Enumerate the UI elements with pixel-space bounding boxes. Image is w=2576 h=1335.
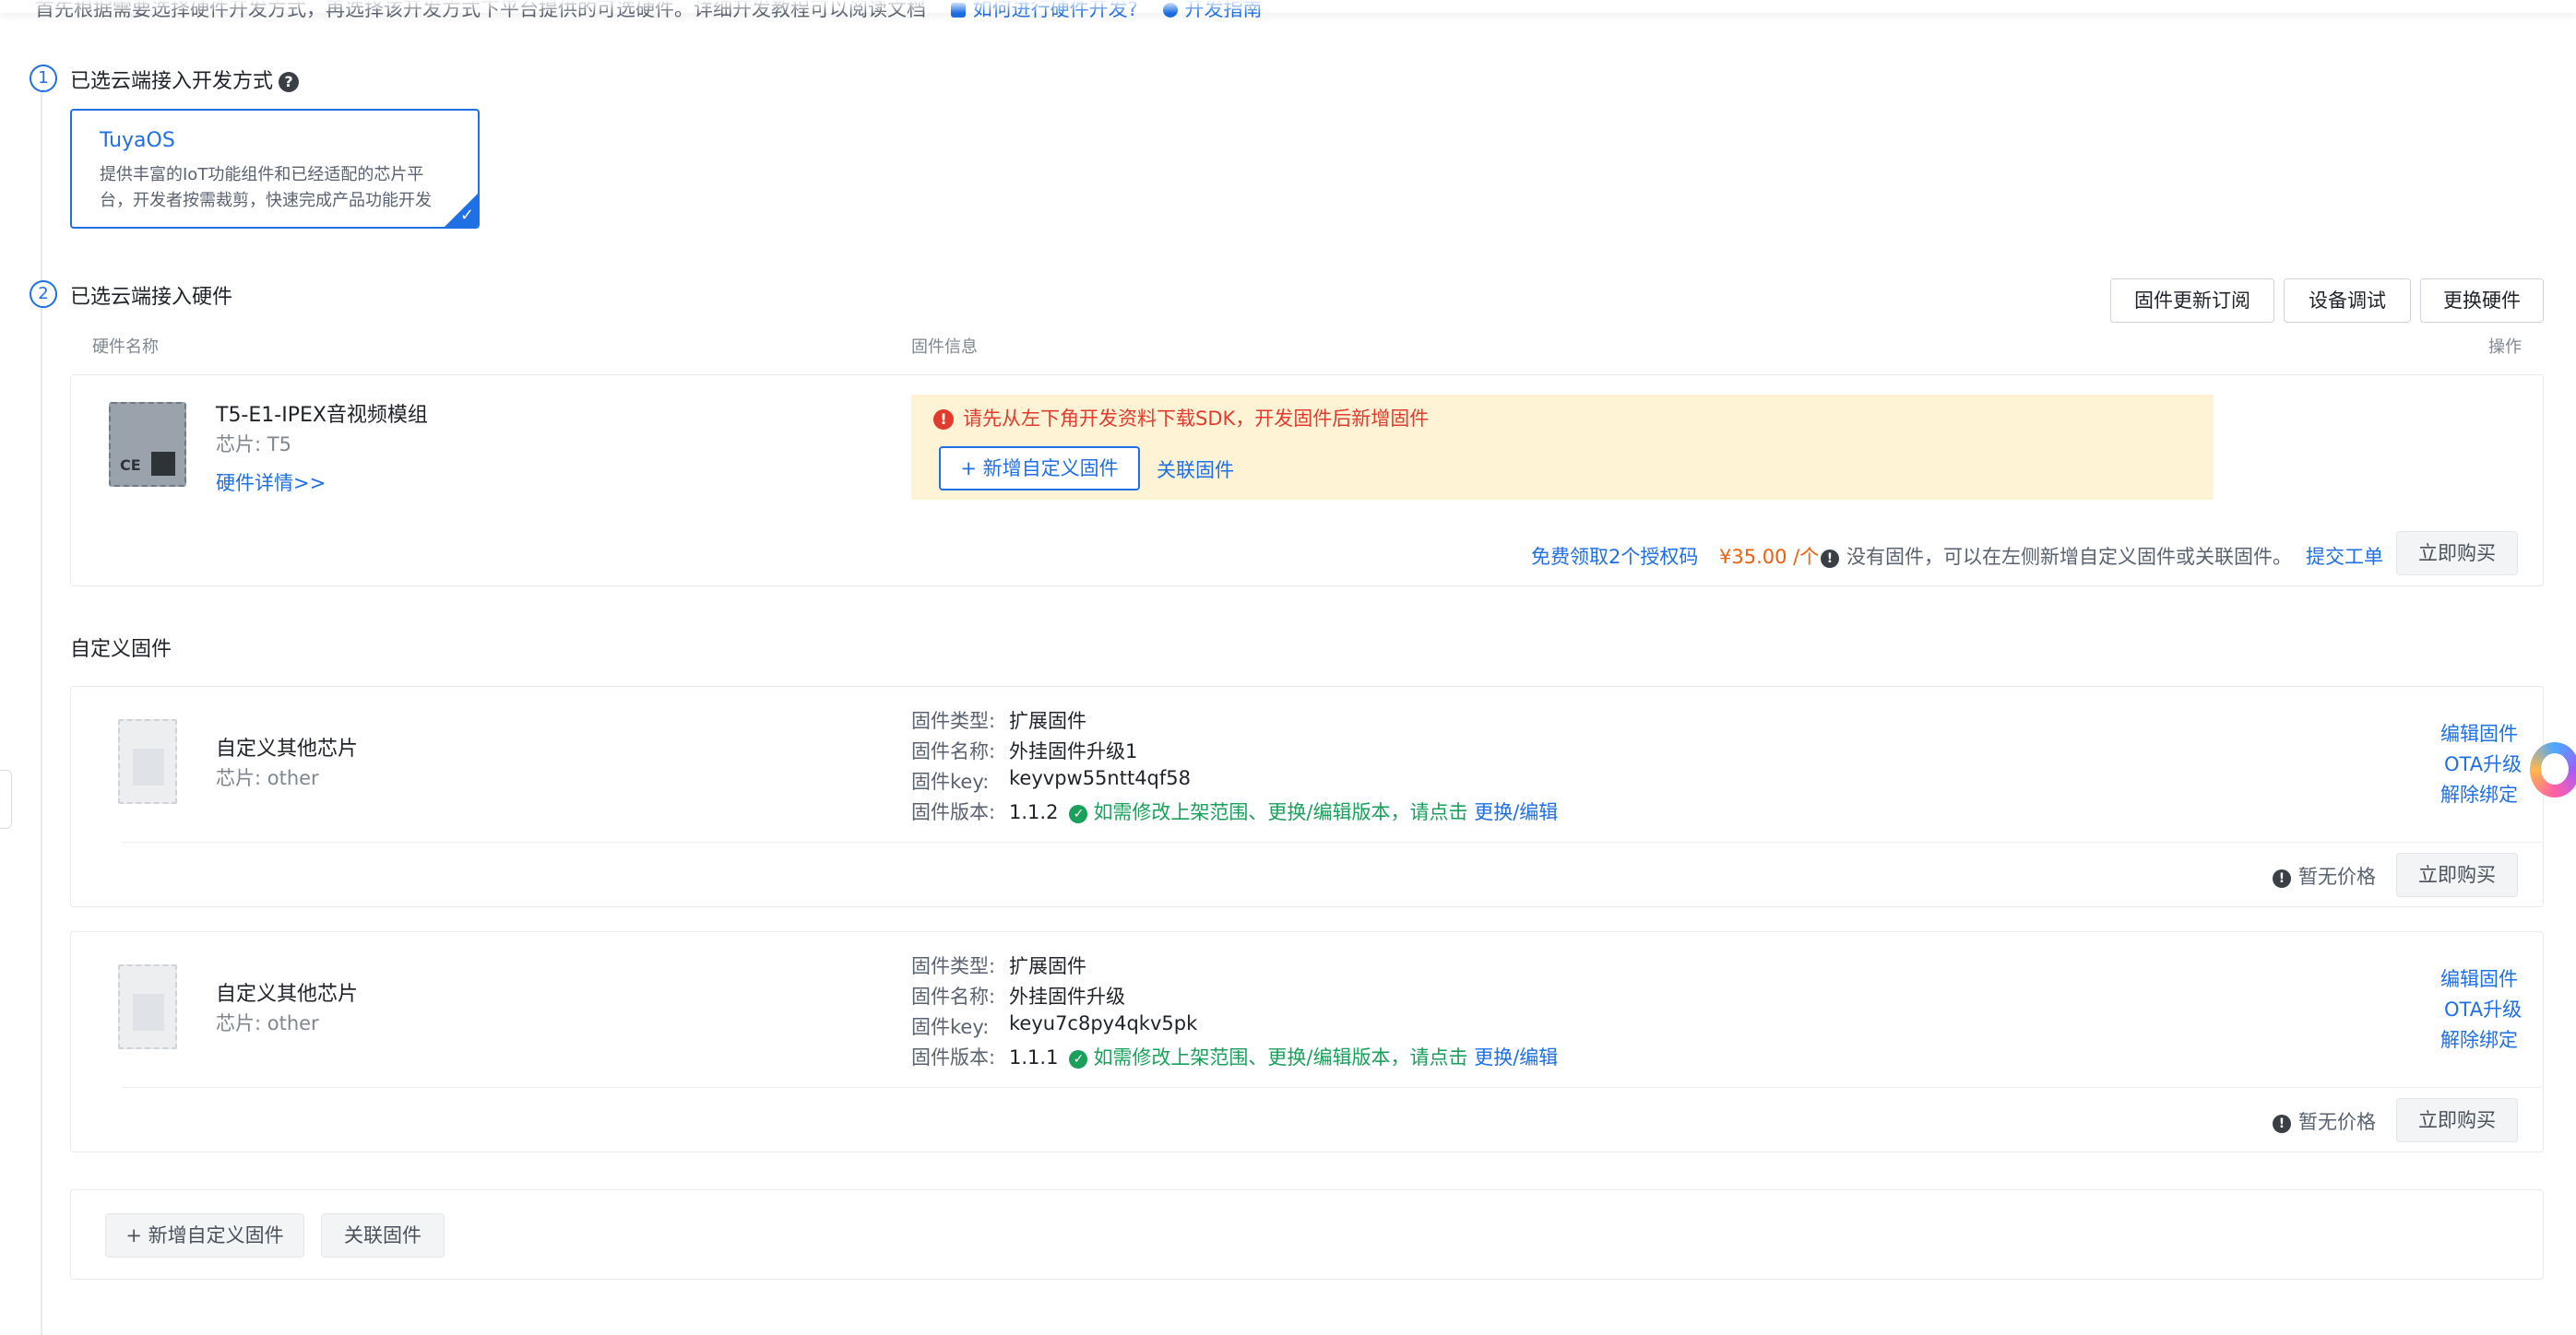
firmware-card-1 <box>70 686 2544 907</box>
fw1-version-row: 1.1.2 ✓ 如需修改上架范围、更换/编辑版本，请点击 更换/编辑 <box>1009 797 1558 825</box>
fw2-type-value: 扩展固件 <box>1009 955 1086 977</box>
fw1-unbind-link[interactable]: 解除绑定 <box>2440 780 2518 808</box>
link-firmware-link[interactable]: 关联固件 <box>1157 455 1234 483</box>
chip-inner <box>133 994 164 1031</box>
fw1-type-label: 固件类型: <box>911 710 996 732</box>
firmware-2-chip-name: 自定义其他芯片 <box>216 983 359 1006</box>
check-icon: ✓ <box>459 206 474 225</box>
no-firmware-note: ! 没有固件，可以在左侧新增自定义固件或关联固件。 <box>1821 542 2292 570</box>
step-1-title-text: 已选云端接入开发方式 <box>70 70 274 93</box>
firmware-card-2 <box>70 931 2544 1152</box>
hardware-chip: 芯片: T5 <box>216 433 291 455</box>
fw2-unbind-link[interactable]: 解除绑定 <box>2440 1025 2518 1053</box>
step-1-title: 已选云端接入开发方式? <box>70 65 300 94</box>
firmware-subscribe-button[interactable]: 固件更新订阅 <box>2110 278 2274 323</box>
free-license-link[interactable]: 免费领取2个授权码 <box>1531 542 1698 570</box>
fw1-no-price: ! 暂无价格 <box>2273 862 2376 890</box>
col-firmware-info: 固件信息 <box>911 337 978 357</box>
fw1-version-note: 如需修改上架范围、更换/编辑版本，请点击 <box>1093 801 1468 823</box>
fw1-key-label: 固件key: <box>911 771 990 793</box>
info-icon: ! <box>2273 869 2291 888</box>
tuyaos-card-title: TuyaOS <box>100 129 175 152</box>
top-shadow <box>0 0 2576 13</box>
help-icon[interactable]: ? <box>279 72 300 92</box>
tuyaos-card[interactable]: TuyaOS 提供丰富的IoT功能组件和已经适配的芯片平台，开发者按需裁剪，快速… <box>70 109 480 229</box>
fw2-buy-now-button[interactable]: 立即购买 <box>2396 1098 2518 1142</box>
no-firmware-note-text: 没有固件，可以在左侧新增自定义固件或关联固件。 <box>1846 546 2292 568</box>
chip-inner <box>133 749 164 786</box>
bottom-add-custom-firmware-button[interactable]: + 新增自定义固件 <box>105 1213 304 1258</box>
fw1-version-value: 1.1.2 <box>1009 801 1059 823</box>
tuyaos-card-desc: 提供丰富的IoT功能组件和已经适配的芯片平台，开发者按需裁剪，快速完成产品功能开… <box>100 165 432 210</box>
fw2-type-label: 固件类型: <box>911 955 996 977</box>
fw1-name-label: 固件名称: <box>911 740 996 762</box>
fw1-no-price-text: 暂无价格 <box>2298 866 2376 888</box>
fw2-version-row: 1.1.1 ✓ 如需修改上架范围、更换/编辑版本，请点击 更换/编辑 <box>1009 1043 1558 1070</box>
info-icon: ! <box>2273 1115 2291 1133</box>
fw2-version-value: 1.1.1 <box>1009 1046 1059 1069</box>
fw2-no-price: ! 暂无价格 <box>2273 1107 2376 1135</box>
assistant-floating-icon[interactable] <box>2530 742 2576 797</box>
fw1-buy-now-button[interactable]: 立即购买 <box>2396 853 2518 897</box>
fw2-edit-link[interactable]: 编辑固件 <box>2440 964 2518 992</box>
firmware-2-chip: 芯片: other <box>216 1012 319 1034</box>
fw1-key-value: keyvpw55ntt4qf58 <box>1009 767 1191 789</box>
col-hardware-name: 硬件名称 <box>92 337 159 357</box>
fw2-name-label: 固件名称: <box>911 986 996 1008</box>
qr-code-icon <box>151 452 175 476</box>
fw2-no-price-text: 暂无价格 <box>2298 1111 2376 1133</box>
divider <box>122 1087 2544 1088</box>
step-timeline <box>41 77 42 1335</box>
submit-ticket-link[interactable]: 提交工单 <box>2306 542 2383 570</box>
fw2-ota-link[interactable]: OTA升级 <box>2444 995 2522 1022</box>
side-collapse-handle[interactable] <box>0 770 12 829</box>
fw2-version-note: 如需修改上架范围、更换/编辑版本，请点击 <box>1093 1046 1468 1069</box>
fw1-version-label: 固件版本: <box>911 801 996 823</box>
fw1-name-value: 外挂固件升级1 <box>1009 740 1138 762</box>
bottom-link-firmware-button[interactable]: 关联固件 <box>321 1213 445 1258</box>
error-icon: ! <box>933 409 954 430</box>
fw2-change-edit-link[interactable]: 更换/编辑 <box>1474 1046 1558 1069</box>
add-custom-firmware-button[interactable]: + 新增自定义固件 <box>939 446 1140 490</box>
col-operation: 操作 <box>2488 337 2522 357</box>
firmware-1-chip: 芯片: other <box>216 767 319 789</box>
step-1-number: 1 <box>30 65 57 92</box>
hardware-module-image: CE <box>109 402 186 487</box>
check-circle-icon: ✓ <box>1069 805 1088 823</box>
firmware-1-chip-name: 自定义其他芯片 <box>216 738 359 761</box>
fw2-key-label: 固件key: <box>911 1016 990 1038</box>
warning-message: ! 请先从左下角开发资料下载SDK，开发固件后新增固件 <box>933 404 1429 431</box>
custom-firmware-title: 自定义固件 <box>70 638 172 661</box>
fw1-ota-link[interactable]: OTA升级 <box>2444 750 2522 777</box>
ce-mark: CE <box>120 456 141 474</box>
fw2-key-value: keyu7c8py4qkv5pk <box>1009 1012 1198 1034</box>
orb-inner <box>2541 753 2569 785</box>
buy-now-button[interactable]: 立即购买 <box>2396 531 2518 575</box>
fw1-type-value: 扩展固件 <box>1009 710 1086 732</box>
change-hardware-button[interactable]: 更换硬件 <box>2420 278 2544 323</box>
hardware-detail-link[interactable]: 硬件详情>> <box>216 468 326 496</box>
custom-chip-image-1 <box>118 719 177 804</box>
hardware-name: T5-E1-IPEX音视频模组 <box>216 404 428 427</box>
fw1-change-edit-link[interactable]: 更换/编辑 <box>1474 801 1558 823</box>
info-icon: ! <box>1821 549 1839 568</box>
check-circle-icon: ✓ <box>1069 1050 1088 1069</box>
custom-chip-image-2 <box>118 964 177 1049</box>
warning-text: 请先从左下角开发资料下载SDK，开发固件后新增固件 <box>963 408 1430 430</box>
price-per-unit: ¥35.00 /个 <box>1719 546 1820 568</box>
device-debug-button[interactable]: 设备调试 <box>2284 278 2411 323</box>
divider <box>122 842 2544 843</box>
fw1-edit-link[interactable]: 编辑固件 <box>2440 719 2518 747</box>
step-2-title: 已选云端接入硬件 <box>70 286 233 309</box>
step-2-number: 2 <box>30 280 57 308</box>
fw2-name-value: 外挂固件升级 <box>1009 986 1125 1008</box>
fw2-version-label: 固件版本: <box>911 1046 996 1069</box>
